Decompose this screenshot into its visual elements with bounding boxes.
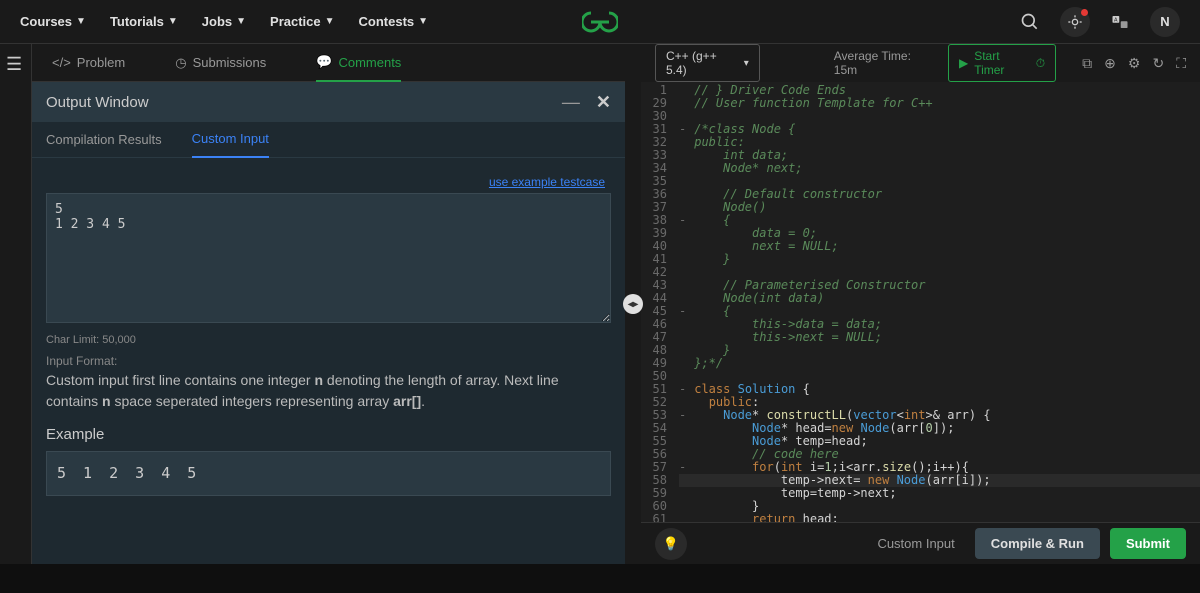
submit-button[interactable]: Submit	[1110, 528, 1186, 559]
nav-right: A N	[1018, 7, 1180, 37]
input-format-desc: Custom input first line contains one int…	[46, 370, 611, 412]
translate-icon[interactable]: A	[1108, 10, 1132, 34]
reset-icon[interactable]: ↻	[1152, 55, 1164, 72]
nav-practice[interactable]: Practice▼	[270, 14, 335, 29]
left-panel: </>Problem ◷Submissions 💬Comments Output…	[32, 44, 625, 564]
code-panel: C++ (g++ 5.4)▾ Average Time: 15m ▶Start …	[641, 44, 1200, 564]
search-icon[interactable]	[1018, 10, 1042, 34]
char-limit-label: Char Limit: 50,000	[46, 334, 611, 346]
chevron-down-icon: ▼	[325, 16, 335, 27]
use-example-testcase-link[interactable]: use example testcase	[489, 175, 605, 189]
language-select[interactable]: C++ (g++ 5.4)▾	[655, 44, 760, 82]
nav-contests[interactable]: Contests▼	[359, 14, 429, 29]
example-label: Example	[46, 426, 611, 443]
chevron-down-icon: ▼	[76, 16, 86, 27]
comment-icon: 💬	[316, 54, 332, 70]
subtab-compilation-results[interactable]: Compilation Results	[46, 132, 162, 147]
tab-problem[interactable]: </>Problem	[52, 55, 125, 70]
gfg-logo-icon	[582, 11, 618, 33]
copy-icon[interactable]: ⧉	[1082, 55, 1092, 72]
play-icon: ▶	[959, 56, 968, 70]
minimize-button[interactable]: —	[562, 92, 580, 113]
compile-run-button[interactable]: Compile & Run	[975, 528, 1100, 559]
hint-button[interactable]: 💡	[655, 528, 687, 560]
panel-tabs: </>Problem ◷Submissions 💬Comments	[32, 44, 625, 82]
theme-toggle-icon[interactable]	[1060, 7, 1090, 37]
input-format-label: Input Format:	[46, 354, 611, 368]
chevron-down-icon: ▼	[418, 16, 428, 27]
chevron-down-icon: ▾	[744, 58, 749, 69]
output-window-title: Output Window	[46, 94, 149, 111]
hamburger-icon[interactable]: ☰	[0, 44, 31, 85]
top-navbar: Courses▼ Tutorials▼ Jobs▼ Practice▼ Cont…	[0, 0, 1200, 44]
editor-toolbar-icons: ⧉ ⊕ ⚙ ↻ ⛶	[1082, 55, 1186, 72]
nav-tutorials[interactable]: Tutorials▼	[110, 14, 178, 29]
left-rail: ☰	[0, 44, 32, 564]
nav-jobs[interactable]: Jobs▼	[202, 14, 246, 29]
line-gutter: 1293031323334353637383940414243444546474…	[641, 82, 673, 522]
edit-icon[interactable]: ⊕	[1104, 55, 1116, 72]
custom-input-textarea[interactable]	[46, 193, 611, 323]
fullscreen-icon[interactable]: ⛶	[1176, 55, 1186, 72]
settings-icon[interactable]: ⚙	[1128, 55, 1141, 72]
output-subtabs: Compilation Results Custom Input	[32, 122, 625, 158]
logo[interactable]	[582, 11, 618, 33]
subtab-custom-input[interactable]: Custom Input	[192, 131, 269, 158]
bulb-icon: 💡	[663, 536, 679, 552]
splitter-handle-icon[interactable]: ◂▸	[623, 294, 643, 314]
chevron-down-icon: ▼	[168, 16, 178, 27]
custom-input-link[interactable]: Custom Input	[877, 536, 954, 551]
main-area: ☰ </>Problem ◷Submissions 💬Comments Outp…	[0, 44, 1200, 564]
editor-toolbar: C++ (g++ 5.4)▾ Average Time: 15m ▶Start …	[641, 44, 1200, 82]
bottom-bar: 💡 Custom Input Compile & Run Submit	[641, 522, 1200, 564]
timer-icon: ⏱	[1036, 56, 1045, 71]
code-area[interactable]: // } Driver Code Ends // User function T…	[673, 82, 1200, 522]
nav-courses[interactable]: Courses▼	[20, 14, 86, 29]
code-editor[interactable]: 1293031323334353637383940414243444546474…	[641, 82, 1200, 522]
example-box: 5 1 2 3 4 5	[46, 451, 611, 496]
code-icon: </>	[52, 55, 71, 70]
tab-comments[interactable]: 💬Comments	[316, 54, 401, 82]
pane-splitter[interactable]: ◂▸	[625, 44, 641, 564]
clock-icon: ◷	[175, 55, 186, 71]
svg-text:A: A	[1114, 17, 1118, 23]
tab-submissions[interactable]: ◷Submissions	[175, 55, 266, 71]
output-window-header: Output Window — ✕	[32, 82, 625, 122]
average-time-label: Average Time: 15m	[834, 49, 934, 77]
chevron-down-icon: ▼	[236, 16, 246, 27]
nav-left: Courses▼ Tutorials▼ Jobs▼ Practice▼ Cont…	[20, 14, 428, 29]
start-timer-button[interactable]: ▶Start Timer⏱	[948, 44, 1056, 82]
output-content: use example testcase Char Limit: 50,000 …	[32, 158, 625, 564]
close-button[interactable]: ✕	[596, 92, 611, 113]
user-avatar[interactable]: N	[1150, 7, 1180, 37]
